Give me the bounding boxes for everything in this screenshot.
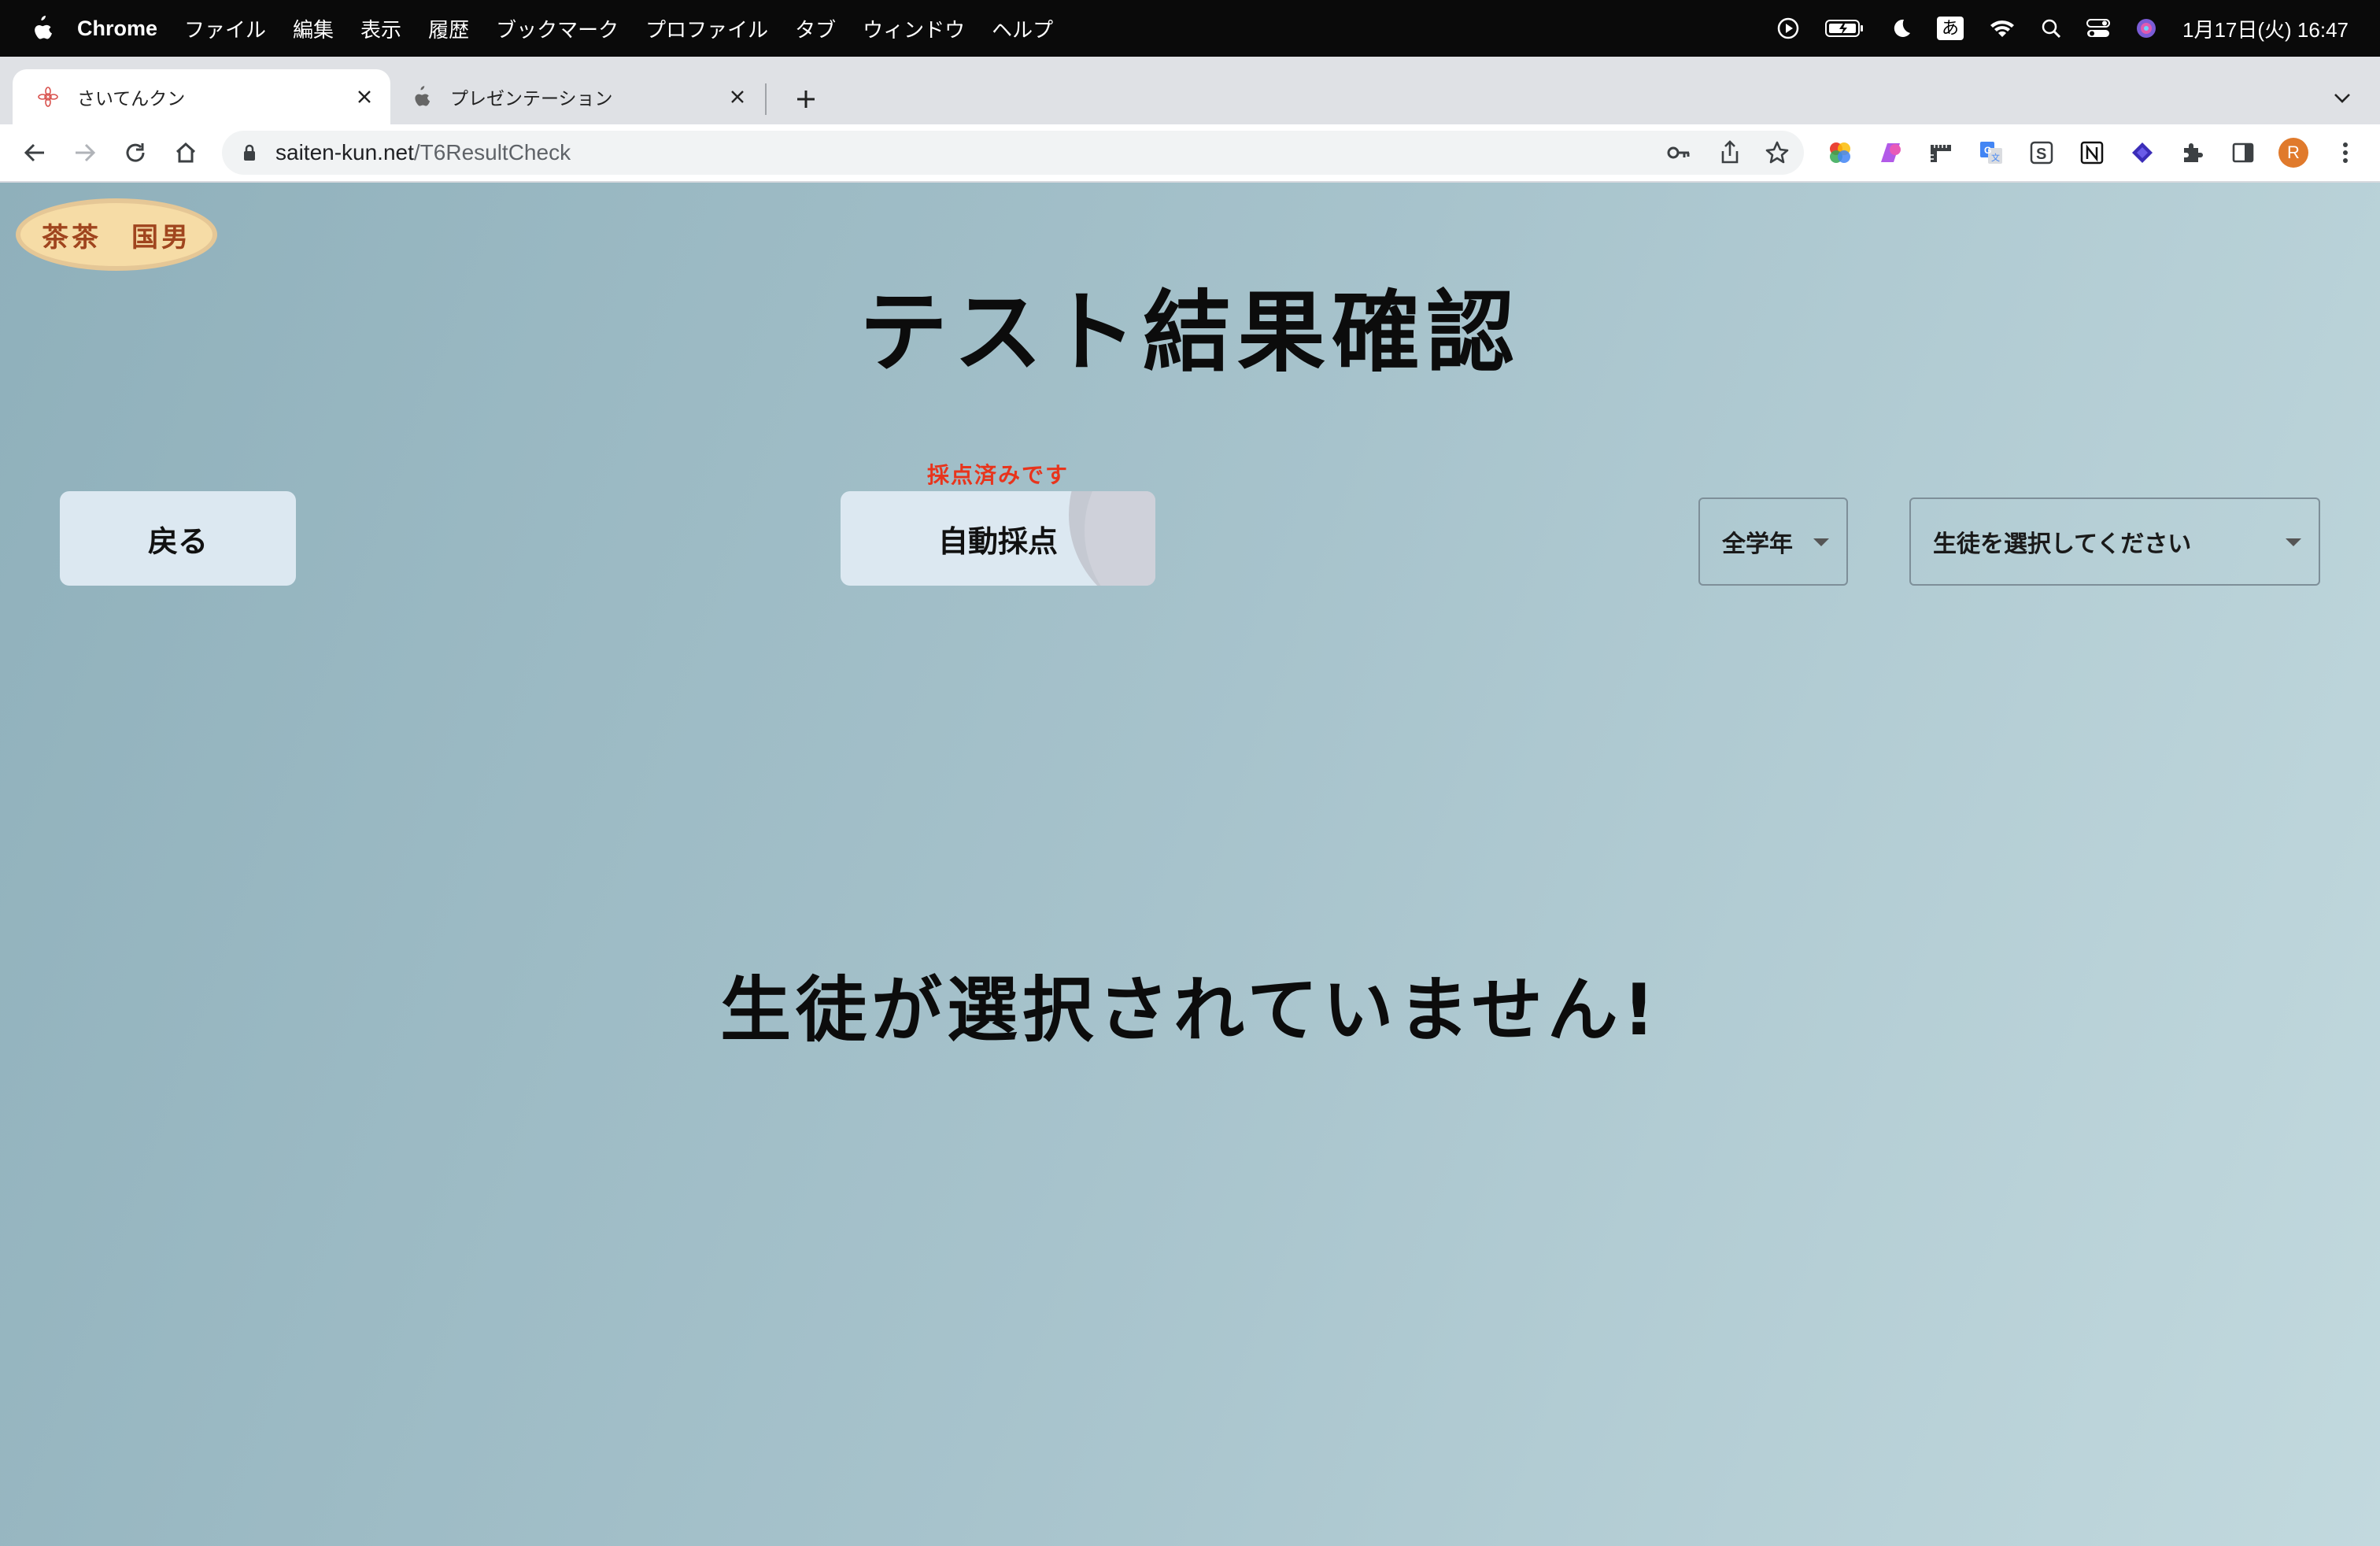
back-button-label: 戻る [147, 523, 208, 559]
menu-bar: Chrome ファイル 編集 表示 履歴 ブックマーク プロファイル タブ ウィ… [0, 0, 2380, 57]
tab-title: さいてんクン [77, 88, 186, 109]
button-ripple [1085, 491, 1155, 586]
play-icon[interactable] [1776, 17, 1800, 40]
student-select-value: 生徒を選択してください [1933, 531, 2192, 558]
page-content: 茶茶 国男 テスト結果確認 戻る 採点済みです 自動採点 全学年 生徒を選択して… [0, 183, 2380, 1546]
gradient-extension-icon[interactable] [1875, 137, 1906, 168]
side-panel-icon[interactable] [2227, 137, 2259, 168]
share-icon[interactable] [1719, 140, 1741, 168]
svg-text:S: S [2036, 146, 2046, 163]
back-button[interactable]: 戻る [60, 491, 296, 586]
s-extension-icon[interactable]: S [2026, 137, 2057, 168]
menu-history[interactable]: 履歴 [428, 14, 469, 43]
home-icon[interactable] [167, 134, 205, 172]
new-tab-button[interactable] [787, 80, 825, 118]
puzzle-extensions-icon[interactable] [2177, 137, 2208, 168]
menu-edit[interactable]: 編集 [293, 14, 334, 43]
menu-view[interactable]: 表示 [360, 14, 401, 43]
forward-arrow-icon[interactable] [66, 134, 104, 172]
url-host: saiten-kun.net [275, 140, 414, 165]
grade-filter-value: 全学年 [1722, 531, 1793, 558]
status-area: あ 1月17日(火) 16:47 [1776, 0, 2349, 57]
battery-icon[interactable] [1825, 18, 1864, 39]
menu-bookmarks[interactable]: ブックマーク [496, 14, 619, 43]
color-picker-extension-icon[interactable] [1824, 137, 1856, 168]
browser-toolbar: saiten-kun.net/T6ResultCheck G文 S R [0, 124, 2380, 183]
tab-search-chevron-icon[interactable] [2325, 80, 2360, 115]
search-icon[interactable] [2041, 18, 2061, 39]
tab-presentation[interactable]: プレゼンテーション [394, 69, 763, 124]
menu-window[interactable]: ウィンドウ [863, 14, 965, 43]
moon-icon[interactable] [1890, 17, 1912, 39]
empty-state-message: 生徒が選択されていません! [720, 969, 1660, 1052]
tab-saiten[interactable]: さいてんクン [13, 69, 390, 124]
lock-icon[interactable] [239, 142, 260, 163]
svg-text:G: G [1984, 145, 1991, 156]
page-title: テスト結果確認 [859, 282, 1521, 384]
google-translate-icon[interactable]: G文 [1975, 137, 2007, 168]
dropdown-caret-icon [2286, 538, 2301, 546]
student-select[interactable]: 生徒を選択してください [1909, 497, 2320, 586]
profile-initial: R [2287, 142, 2300, 162]
ruler-extension-icon[interactable] [1925, 137, 1957, 168]
apple-icon[interactable] [30, 15, 54, 42]
url-path: /T6ResultCheck [413, 140, 571, 165]
tab-strip: さいてんクン プレゼンテーション [0, 57, 2380, 124]
more-menu-icon[interactable] [2330, 137, 2361, 168]
saiten-favicon-icon [36, 85, 60, 109]
reload-icon[interactable] [116, 134, 154, 172]
menu-profile[interactable]: プロファイル [645, 14, 768, 43]
user-name-badge: 茶茶 国男 [16, 198, 217, 271]
layers-extension-icon[interactable] [2127, 137, 2158, 168]
svg-text:文: 文 [1991, 152, 2000, 163]
graded-status-note: 採点済みです [926, 462, 1069, 488]
url-text[interactable]: saiten-kun.net/T6ResultCheck [275, 140, 571, 165]
control-center-icon[interactable] [2086, 18, 2111, 39]
address-bar[interactable]: saiten-kun.net/T6ResultCheck [222, 131, 1804, 175]
menu-file[interactable]: ファイル [184, 14, 266, 43]
menu-list: ファイル 編集 表示 履歴 ブックマーク プロファイル タブ ウィンドウ ヘルプ [184, 14, 1053, 43]
tab-close-icon[interactable] [353, 85, 376, 109]
wifi-icon[interactable] [1989, 18, 2016, 39]
back-arrow-icon[interactable] [16, 134, 54, 172]
app-name[interactable]: Chrome [77, 17, 157, 41]
menu-help[interactable]: ヘルプ [992, 14, 1053, 43]
apple-favicon-icon [409, 85, 433, 109]
tab-separator [765, 83, 767, 115]
notion-icon[interactable] [2076, 137, 2108, 168]
auto-grade-label: 自動採点 [937, 523, 1058, 559]
bookmark-star-icon[interactable] [1765, 140, 1790, 168]
auto-grade-button[interactable]: 自動採点 [841, 491, 1155, 586]
ime-indicator[interactable]: あ [1937, 17, 1964, 40]
dropdown-caret-icon [1813, 538, 1829, 546]
tab-title: プレゼンテーション [450, 88, 613, 109]
clock[interactable]: 1月17日(火) 16:47 [2182, 14, 2349, 43]
siri-icon[interactable] [2135, 17, 2157, 39]
menu-tab[interactable]: タブ [795, 14, 836, 43]
profile-avatar[interactable]: R [2278, 137, 2309, 168]
tab-close-icon[interactable] [726, 85, 749, 109]
key-icon[interactable] [1667, 142, 1691, 167]
grade-filter-select[interactable]: 全学年 [1698, 497, 1848, 586]
